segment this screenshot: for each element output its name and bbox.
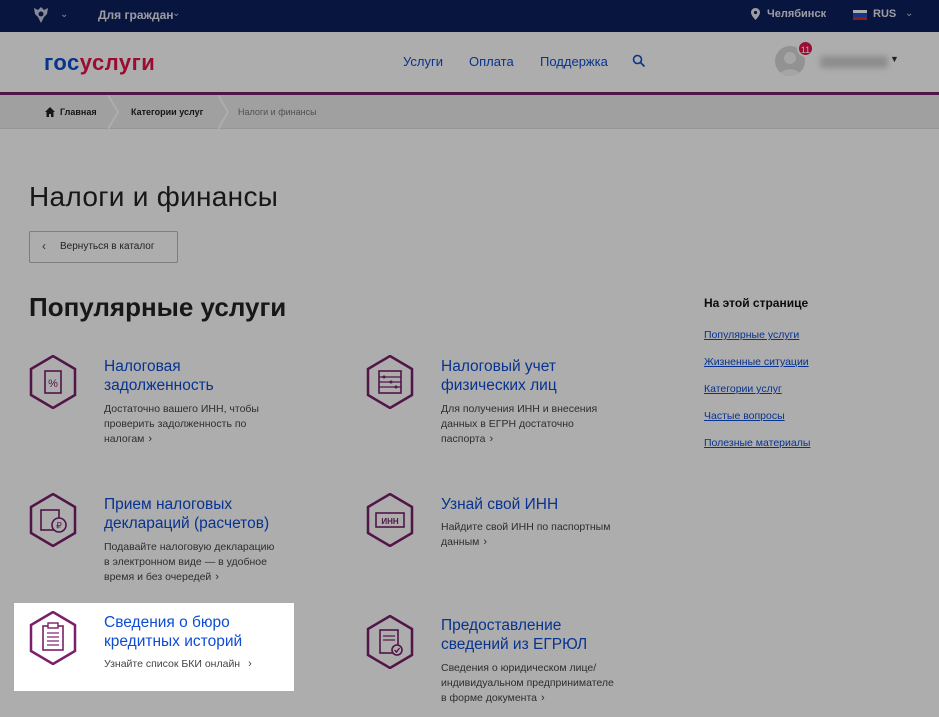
inn-card-icon[interactable]: ИНН [366, 493, 414, 547]
caret-down-icon[interactable]: ▼ [890, 54, 899, 64]
audience-selector[interactable]: Для граждан [98, 8, 174, 22]
nav-services[interactable]: Услуги [403, 54, 443, 69]
service-title-tax-debt[interactable]: Налоговая задолженность [104, 357, 214, 395]
service-desc-tax-accounting: Для получения ИНН и внесения данных в ЕГ… [441, 402, 597, 447]
logo-part-uslugi: услуги [79, 50, 156, 75]
gosuslugi-logo[interactable]: госуслуги [44, 50, 155, 76]
service-title-line: Налоговая [104, 358, 181, 375]
service-title-find-inn[interactable]: Узнай свой ИНН [441, 495, 558, 514]
service-title-line: Налоговый учет [441, 358, 556, 375]
desc-line: Сведения о юридическом лице/ [441, 662, 597, 674]
chevron-down-icon[interactable]: ⌄ [172, 8, 180, 19]
breadcrumb-separator [108, 95, 120, 129]
service-desc-tax-debt: Достаточно вашего ИНН, чтобы проверить з… [104, 402, 259, 447]
desc-line: в форме документа [441, 692, 537, 704]
notification-badge[interactable]: 11 [797, 40, 814, 57]
clipboard-list-icon[interactable] [29, 611, 77, 665]
dim-overlay [14, 691, 294, 717]
service-title-line: сведений из ЕГРЮЛ [441, 636, 588, 653]
desc-line: в электронном виде — в удобное [104, 556, 267, 568]
dim-overlay [0, 603, 14, 717]
svg-text:₽: ₽ [56, 521, 62, 531]
document-check-icon[interactable] [366, 615, 414, 669]
service-title-egrul[interactable]: Предоставление сведений из ЕГРЮЛ [441, 616, 587, 654]
service-title-line: Узнай свой ИНН [441, 496, 559, 513]
service-title-line: Сведения о бюро [104, 614, 230, 631]
percent-doc-icon[interactable]: % [29, 355, 77, 409]
breadcrumb-categories[interactable]: Категории услуг [131, 107, 203, 117]
home-icon[interactable] [45, 107, 55, 117]
logo-part-gos: гос [44, 50, 80, 75]
service-desc-find-inn: Найдите свой ИНН по паспортным данным › [441, 520, 610, 550]
desc-line: Подавайте налоговую декларацию [104, 541, 275, 553]
service-desc-credit-bureau: Узнайте список БКИ онлайн › [104, 657, 252, 672]
chevron-down-icon[interactable]: ⌄ [60, 9, 68, 20]
service-title-line: деклараций (расчетов) [104, 515, 270, 532]
site-header: госуслуги Услуги Оплата Поддержка 11 ▼ [0, 32, 939, 92]
chevron-left-icon: ‹ [42, 239, 46, 253]
toc-link-faq[interactable]: Частые вопросы [704, 410, 785, 422]
breadcrumb-home[interactable]: Главная [60, 107, 97, 117]
coat-of-arms-icon[interactable] [30, 4, 52, 26]
svg-text:%: % [48, 378, 58, 390]
nav-payment[interactable]: Оплата [469, 54, 514, 69]
russian-flag-icon [853, 10, 867, 20]
svg-text:ИНН: ИНН [381, 517, 399, 526]
desc-line: Для получения ИНН и внесения [441, 403, 598, 415]
chevron-right-icon[interactable]: › [148, 433, 152, 445]
top-bar: ⌄ Для граждан ⌄ Челябинск RUS ⌄ [0, 0, 939, 32]
breadcrumb-separator [218, 95, 230, 129]
toc-title: На этой странице [704, 296, 809, 310]
toc-link-life-situations[interactable]: Жизненные ситуации [704, 356, 809, 368]
chevron-right-icon[interactable]: › [248, 658, 252, 670]
desc-line: данных в ЕГРН достаточно [441, 418, 574, 430]
service-title-line: физических лиц [441, 377, 557, 394]
city-selector[interactable]: Челябинск [767, 8, 826, 20]
ruble-declaration-icon[interactable]: ₽ [29, 493, 77, 547]
desc-line: Узнайте список БКИ онлайн [104, 658, 241, 670]
back-button-label: Вернуться в каталог [60, 241, 155, 252]
service-title-line: Предоставление [441, 617, 562, 634]
desc-line: время и без очередей [104, 571, 212, 583]
service-title-line: кредитных историй [104, 633, 243, 650]
chevron-right-icon[interactable]: › [215, 571, 219, 583]
section-title-popular: Популярные услуги [29, 292, 287, 322]
desc-line: данным [441, 536, 480, 548]
chevron-right-icon[interactable]: › [489, 433, 493, 445]
desc-line: налогам [104, 433, 145, 445]
desc-line: проверить задолженность по [104, 418, 247, 430]
language-selector[interactable]: RUS [873, 8, 896, 20]
desc-line: индивидуальном предпринимателе [441, 677, 614, 689]
username-blurred[interactable] [820, 56, 888, 68]
desc-line: Достаточно вашего ИНН, чтобы [104, 403, 259, 415]
service-title-credit-bureau[interactable]: Сведения о бюро кредитных историй [104, 613, 242, 651]
service-title-line: Прием налоговых [104, 496, 233, 513]
abacus-icon[interactable] [366, 355, 414, 409]
search-icon[interactable] [632, 54, 646, 68]
chevron-right-icon[interactable]: › [541, 692, 545, 704]
chevron-down-icon[interactable]: ⌄ [905, 8, 913, 19]
chevron-right-icon[interactable]: › [483, 536, 487, 548]
desc-line: Найдите свой ИНН по паспортным [441, 521, 611, 533]
service-title-declarations[interactable]: Прием налоговых деклараций (расчетов) [104, 495, 269, 533]
nav-support[interactable]: Поддержка [540, 54, 608, 69]
toc-link-materials[interactable]: Полезные материалы [704, 437, 810, 449]
breadcrumb-current: Налоги и финансы [238, 107, 317, 117]
service-desc-declarations: Подавайте налоговую декларацию в электро… [104, 540, 274, 585]
location-pin-icon [751, 8, 760, 20]
toc-link-popular[interactable]: Популярные услуги [704, 329, 799, 341]
breadcrumb: Главная Категории услуг Налоги и финансы [0, 95, 939, 129]
desc-line: паспорта [441, 433, 486, 445]
service-title-line: задолженность [104, 377, 214, 394]
page-title: Налоги и финансы [29, 181, 279, 212]
back-to-catalog-button[interactable]: ‹ Вернуться в каталог [29, 231, 178, 263]
service-desc-egrul: Сведения о юридическом лице/ индивидуаль… [441, 661, 614, 706]
service-title-tax-accounting[interactable]: Налоговый учет физических лиц [441, 357, 557, 395]
toc-link-categories[interactable]: Категории услуг [704, 383, 782, 395]
